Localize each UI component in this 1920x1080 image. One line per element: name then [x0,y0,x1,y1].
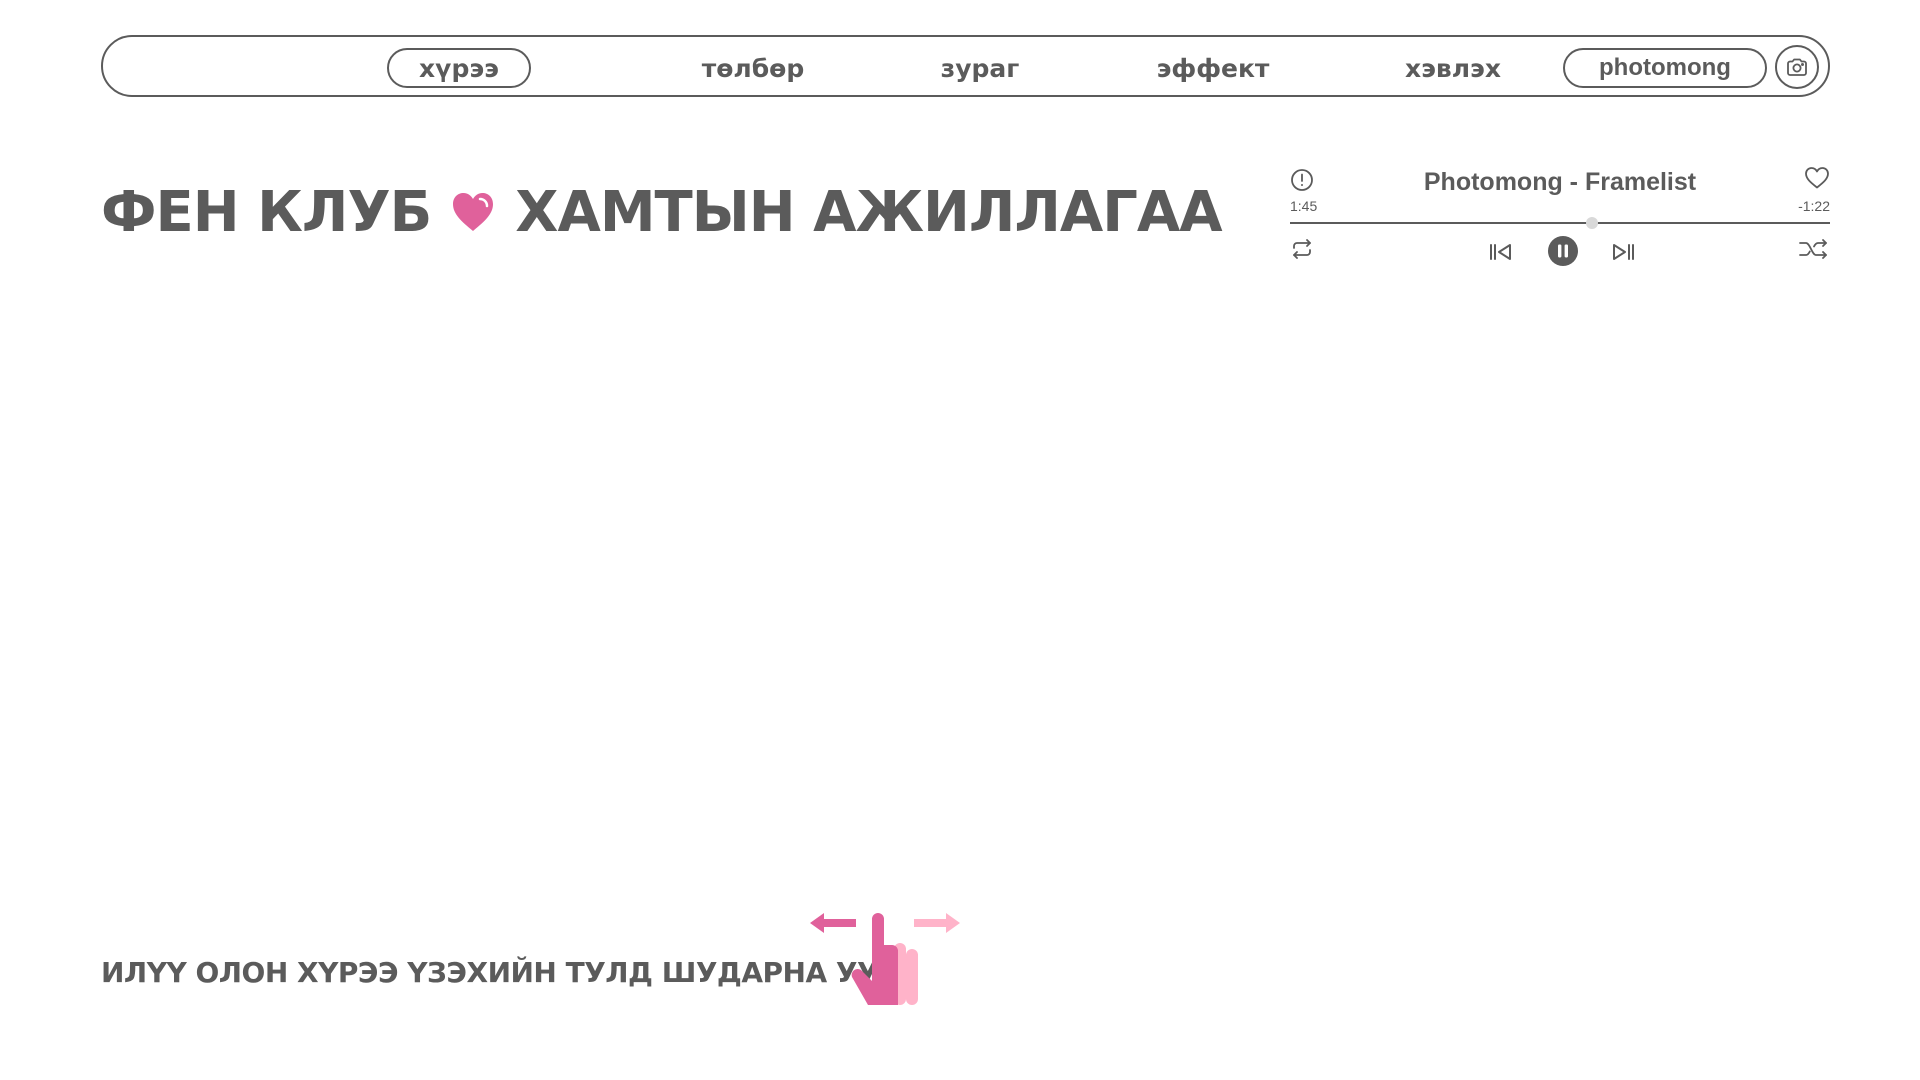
title-collaboration: ХАМТЫН АЖИЛЛАГАА [515,179,1222,245]
camera-button[interactable] [1775,45,1819,89]
progress-thumb[interactable] [1586,217,1599,229]
title-fan-club: ФЕН КЛУБ [101,179,432,245]
time-remaining: -1:22 [1798,198,1830,214]
progress-bar[interactable] [1290,217,1830,229]
camera-icon [1787,58,1807,76]
nav-item-print[interactable]: хэвлэх [1358,48,1548,88]
brand-button[interactable]: photomong [1563,48,1767,88]
repeat-icon[interactable] [1290,238,1314,260]
time-elapsed: 1:45 [1290,198,1318,214]
nav-item-frames[interactable]: хүрээ [387,48,531,88]
like-icon[interactable] [1804,166,1830,195]
top-nav-bar: хүрээ төлбөр зураг эффект хэвлэх photomo… [101,35,1830,97]
swipe-gesture-icon [810,905,960,1010]
next-icon[interactable] [1610,242,1636,262]
swipe-hint-text: ИЛҮҮ ОЛОН ХҮРЭЭ ҮЗЭХИЙН ТУЛД ШУДАРНА УУ [101,956,879,989]
track-title: Photomong - Framelist [1423,168,1697,196]
previous-icon[interactable] [1488,242,1514,262]
pause-icon[interactable] [1548,236,1578,266]
music-player: Photomong - Framelist 1:45 -1:22 [1290,160,1830,270]
heart-icon [451,191,495,233]
shuffle-icon[interactable] [1798,238,1830,260]
nav-item-payment[interactable]: төлбөр [663,48,843,88]
page-title: ФЕН КЛУБ ХАМТЫН АЖИЛЛАГАА [101,172,1223,252]
nav-item-effect[interactable]: эффект [1113,48,1313,88]
page: хүрээ төлбөр зураг эффект хэвлэх photomo… [0,0,1920,1080]
nav-item-photo[interactable]: зураг [905,48,1055,88]
